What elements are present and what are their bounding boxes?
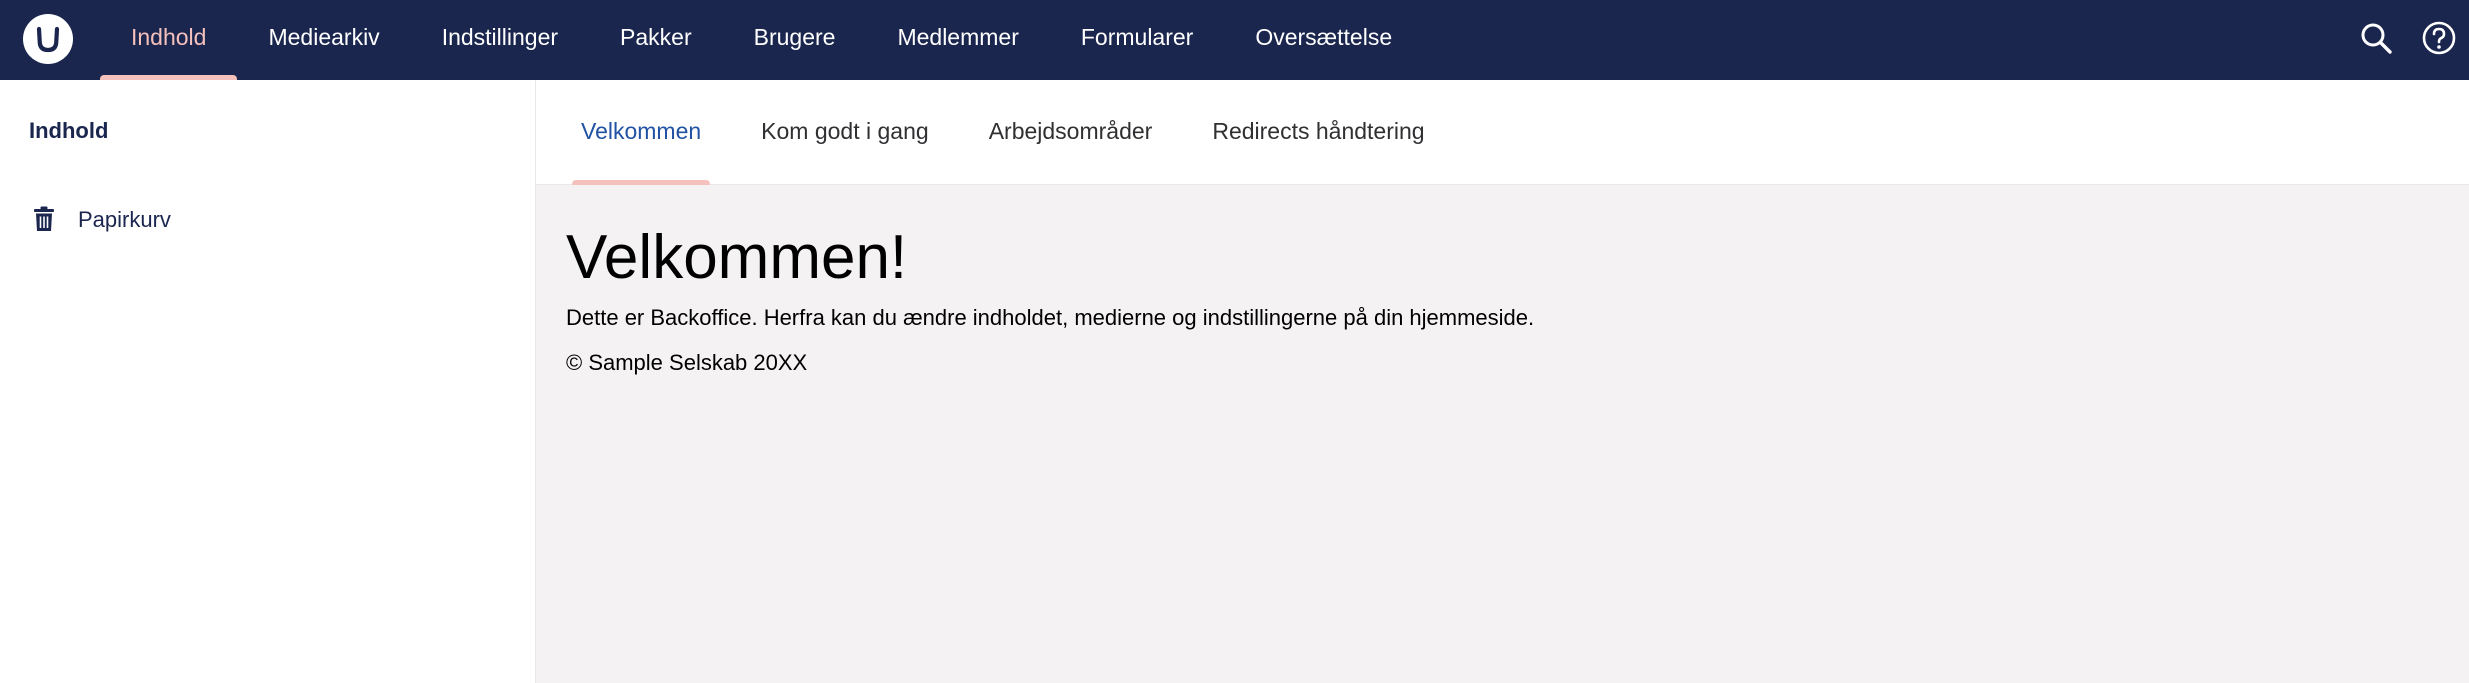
top-bar: Indhold Mediearkiv Indstillinger Pakker … bbox=[0, 0, 2469, 80]
tab-velkommen[interactable]: Velkommen bbox=[572, 80, 711, 185]
search-icon[interactable] bbox=[2358, 20, 2394, 56]
dashboard-heading: Velkommen! bbox=[566, 223, 908, 292]
tab-kom-godt-i-gang[interactable]: Kom godt i gang bbox=[752, 80, 938, 185]
section-mediearkiv[interactable]: Mediearkiv bbox=[237, 0, 410, 80]
umbraco-logo-icon[interactable] bbox=[23, 14, 73, 64]
section-indhold[interactable]: Indhold bbox=[100, 0, 238, 80]
tab-arbejdsomraader[interactable]: Arbejdsområder bbox=[980, 80, 1162, 185]
section-oversaettelse[interactable]: Oversættelse bbox=[1224, 0, 1423, 80]
dashboard-text: Dette er Backoffice. Herfra kan du ændre… bbox=[566, 305, 1535, 330]
copyright-text: © Sample Selskab 20XX bbox=[566, 350, 808, 375]
tree-item-label: Papirkurv bbox=[78, 207, 171, 232]
sidebar-title: Indhold bbox=[29, 118, 109, 143]
section-formularer[interactable]: Formularer bbox=[1050, 0, 1224, 80]
section-medlemmer[interactable]: Medlemmer bbox=[866, 0, 1049, 80]
main-content: Velkommen Kom godt i gang Arbejdsområder… bbox=[536, 80, 2469, 683]
section-indstillinger[interactable]: Indstillinger bbox=[411, 0, 589, 80]
section-pakker[interactable]: Pakker bbox=[589, 0, 723, 80]
trash-icon bbox=[33, 206, 55, 232]
tree-item-papirkurv[interactable]: Papirkurv bbox=[0, 193, 535, 239]
tab-redirects[interactable]: Redirects håndtering bbox=[1203, 80, 1433, 185]
help-icon[interactable] bbox=[2421, 20, 2457, 56]
sidebar: Indhold Papirkurv bbox=[0, 80, 536, 683]
dashboard-tabs: Velkommen Kom godt i gang Arbejdsområder… bbox=[536, 80, 2469, 185]
section-nav: Indhold Mediearkiv Indstillinger Pakker … bbox=[100, 0, 1423, 80]
section-brugere[interactable]: Brugere bbox=[723, 0, 867, 80]
